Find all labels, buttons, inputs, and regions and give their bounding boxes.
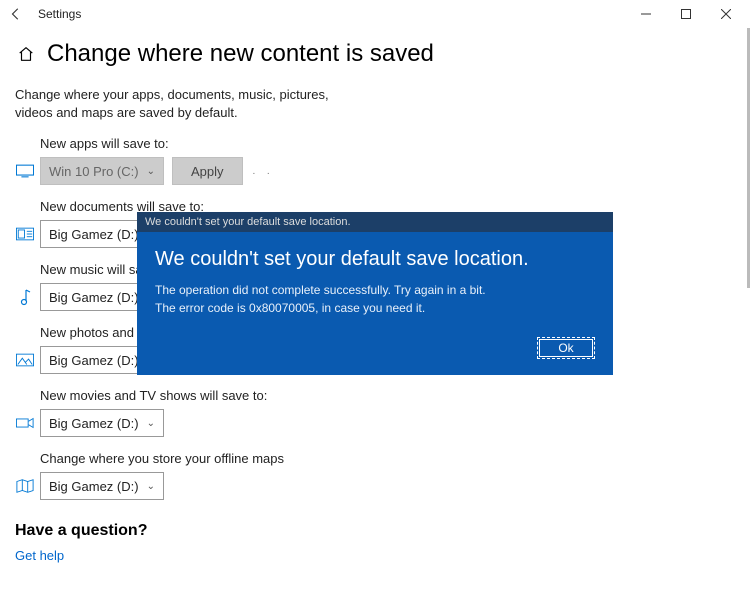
- get-help-link[interactable]: Get help: [15, 548, 735, 563]
- maps-label: Change where you store your offline maps: [40, 451, 735, 466]
- dialog-header: We couldn't set your default save locati…: [137, 212, 613, 232]
- chevron-down-icon: ⌄: [147, 481, 155, 492]
- close-button[interactable]: [706, 0, 746, 28]
- documents-icon: [15, 227, 35, 241]
- dialog-message: The operation did not complete successfu…: [155, 281, 595, 317]
- dialog-line1: The operation did not complete successfu…: [155, 283, 486, 297]
- apps-dropdown[interactable]: Win 10 Pro (C:) ⌄: [40, 157, 164, 185]
- maps-dropdown-value: Big Gamez (D:): [49, 479, 139, 494]
- movies-dropdown[interactable]: Big Gamez (D:) ⌄: [40, 409, 164, 437]
- minimize-button[interactable]: [626, 0, 666, 28]
- section-apps: New apps will save to: Win 10 Pro (C:) ⌄…: [15, 136, 735, 185]
- dialog-line2: The error code is 0x80070005, in case yo…: [155, 301, 425, 315]
- home-icon[interactable]: [15, 43, 37, 65]
- photos-dropdown-value: Big Gamez (D:): [49, 353, 139, 368]
- section-movies: New movies and TV shows will save to: Bi…: [15, 388, 735, 437]
- intro-text: Change where your apps, documents, music…: [15, 86, 345, 122]
- apps-icon: [15, 164, 35, 178]
- page-title-row: Change where new content is saved: [15, 40, 735, 68]
- chevron-down-icon: ⌄: [147, 166, 155, 177]
- apply-label: Apply: [191, 164, 224, 179]
- apps-label: New apps will save to:: [40, 136, 735, 151]
- movies-icon: [15, 416, 35, 430]
- window-title: Settings: [38, 7, 81, 21]
- page-title: Change where new content is saved: [47, 40, 434, 68]
- documents-dropdown-value: Big Gamez (D:): [49, 227, 139, 242]
- dialog-title: We couldn't set your default save locati…: [155, 248, 595, 271]
- chevron-down-icon: ⌄: [147, 418, 155, 429]
- section-maps: Change where you store your offline maps…: [15, 451, 735, 500]
- question-heading: Have a question?: [15, 522, 735, 540]
- ok-label: Ok: [558, 341, 573, 355]
- loading-dots: . .: [253, 166, 272, 177]
- back-button[interactable]: [4, 2, 28, 26]
- dialog-ok-button[interactable]: Ok: [537, 337, 595, 359]
- apply-button[interactable]: Apply: [172, 157, 243, 185]
- music-dropdown-value: Big Gamez (D:): [49, 290, 139, 305]
- movies-label: New movies and TV shows will save to:: [40, 388, 735, 403]
- scrollbar[interactable]: [742, 28, 750, 588]
- movies-dropdown-value: Big Gamez (D:): [49, 416, 139, 431]
- question-section: Have a question? Get help: [15, 522, 735, 563]
- music-icon: [15, 288, 35, 306]
- maximize-button[interactable]: [666, 0, 706, 28]
- maps-dropdown[interactable]: Big Gamez (D:) ⌄: [40, 472, 164, 500]
- dialog-body: We couldn't set your default save locati…: [137, 232, 613, 329]
- window-controls: [626, 0, 746, 28]
- apps-dropdown-value: Win 10 Pro (C:): [49, 164, 139, 179]
- dialog-footer: Ok: [137, 329, 613, 375]
- error-dialog: We couldn't set your default save locati…: [137, 212, 613, 375]
- photos-icon: [15, 353, 35, 367]
- maps-icon: [15, 478, 35, 494]
- window-titlebar: Settings: [0, 0, 750, 28]
